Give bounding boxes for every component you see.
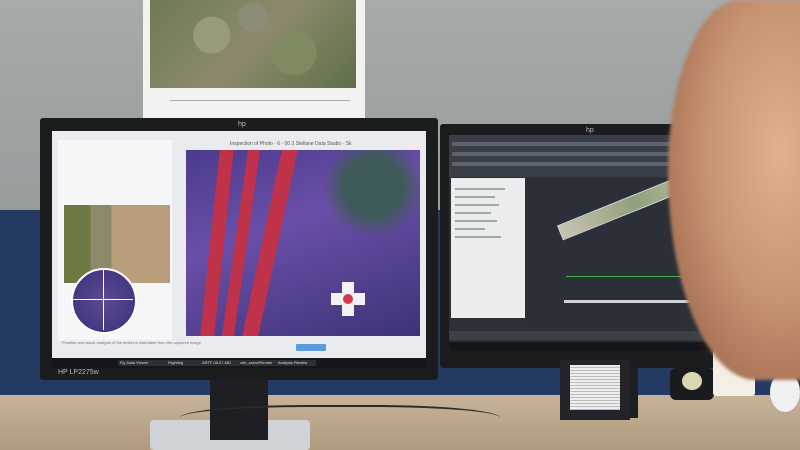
paper-stack (570, 365, 620, 410)
tree-item[interactable] (455, 236, 501, 238)
status-bar (449, 331, 729, 340)
tree-item[interactable] (455, 212, 491, 214)
hp-logo-icon: hp (586, 127, 594, 134)
taskbar-item[interactable]: xdb_sceneRender (238, 360, 276, 366)
taskbar-item[interactable]: ARTF 06.07.MD (200, 360, 238, 366)
close-button[interactable] (296, 344, 326, 351)
monitor-model-label: HP LP2275w (58, 369, 99, 376)
taskbar-item[interactable]: Flightlog (166, 360, 200, 366)
taskbar-item[interactable]: Fly Data Viewer (118, 360, 166, 366)
ribbon-row (452, 162, 682, 166)
hp-logo-icon: hp (238, 121, 246, 128)
project-tree-panel[interactable] (451, 178, 525, 318)
window-title: Inspection of Photo · 6 · 00 3 Stellane … (230, 141, 352, 147)
tree-item[interactable] (455, 204, 499, 206)
target-marker (331, 282, 365, 316)
crosshair-vertical (103, 270, 104, 330)
taskbar (449, 342, 729, 351)
taskbar-item[interactable]: Analysis Review (276, 360, 316, 366)
aerial-map-image (150, 0, 356, 88)
magnifier-view (71, 268, 137, 334)
ribbon-row (452, 152, 672, 156)
poster-divider (170, 100, 350, 101)
image-caption: Position and visual analysis of the defe… (62, 340, 201, 345)
tree-item[interactable] (455, 196, 495, 198)
tree-item[interactable] (455, 188, 505, 190)
tree-item[interactable] (455, 220, 497, 222)
cables (180, 405, 500, 437)
tape-roll (682, 372, 702, 390)
tree-item[interactable] (455, 228, 485, 230)
ribbon-row (452, 142, 692, 146)
